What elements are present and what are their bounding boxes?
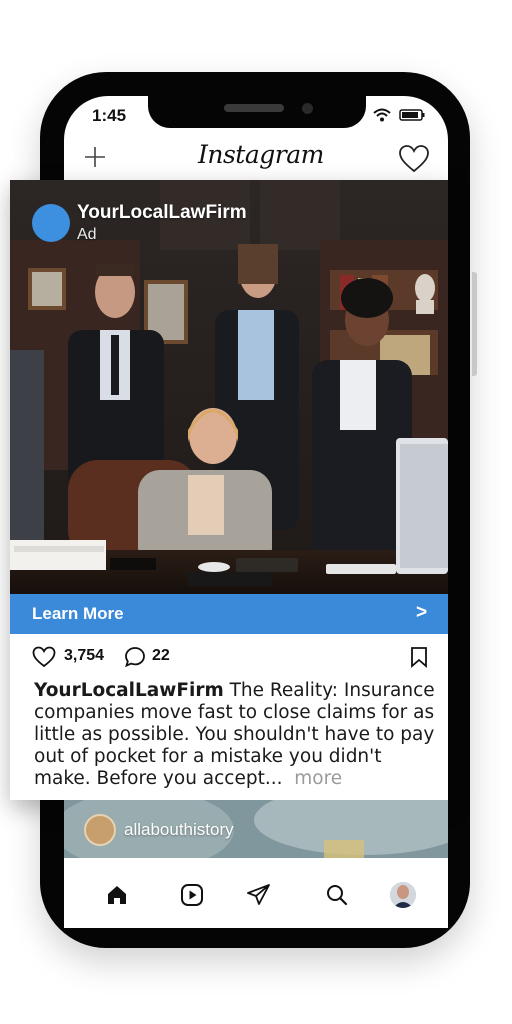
profile-avatar[interactable] [390, 882, 416, 908]
plus-icon[interactable] [82, 144, 108, 170]
learn-more-button[interactable]: Learn More > [10, 594, 448, 634]
battery-icon [399, 109, 425, 121]
post-actions: 3,754 22 [32, 646, 432, 670]
status-icons [372, 107, 426, 128]
instagram-logo: Instagram [198, 140, 324, 169]
bookmark-icon[interactable] [410, 646, 428, 668]
comment-count: 22 [152, 647, 170, 664]
speaker-grille [224, 104, 284, 112]
ad-image [10, 180, 448, 594]
ad-account-avatar[interactable] [32, 204, 70, 242]
chevron-right-icon: > [416, 602, 428, 623]
learn-more-label: Learn More [32, 604, 124, 623]
like-count: 3,754 [64, 647, 105, 664]
ad-label: Ad [77, 226, 97, 243]
ad-post-card: YourLocalLawFirm Ad Learn More > 3,754 2… [10, 180, 448, 800]
home-icon[interactable] [104, 882, 130, 908]
comment-icon[interactable] [124, 646, 146, 668]
next-post-header[interactable]: allabouthistory [64, 800, 448, 858]
ad-account-name[interactable]: YourLocalLawFirm [77, 202, 247, 224]
phone-side-button [472, 272, 477, 376]
wifi-icon [373, 108, 391, 122]
caption-username[interactable]: YourLocalLawFirm [34, 680, 224, 701]
post-caption: YourLocalLawFirm The Reality: Insurance … [34, 680, 442, 790]
next-post-avatar[interactable] [84, 814, 116, 846]
front-camera [302, 103, 313, 114]
status-time: 1:45 [92, 106, 127, 125]
send-icon[interactable] [246, 882, 272, 908]
search-icon[interactable] [324, 882, 350, 908]
bottom-navigation [64, 858, 448, 928]
caption-more-link[interactable]: more [294, 768, 342, 789]
like-heart-icon[interactable] [32, 646, 56, 668]
reels-icon[interactable] [179, 882, 205, 908]
next-post-username[interactable]: allabouthistory [124, 820, 234, 840]
heart-icon[interactable] [398, 144, 430, 174]
phone-notch [148, 96, 366, 128]
